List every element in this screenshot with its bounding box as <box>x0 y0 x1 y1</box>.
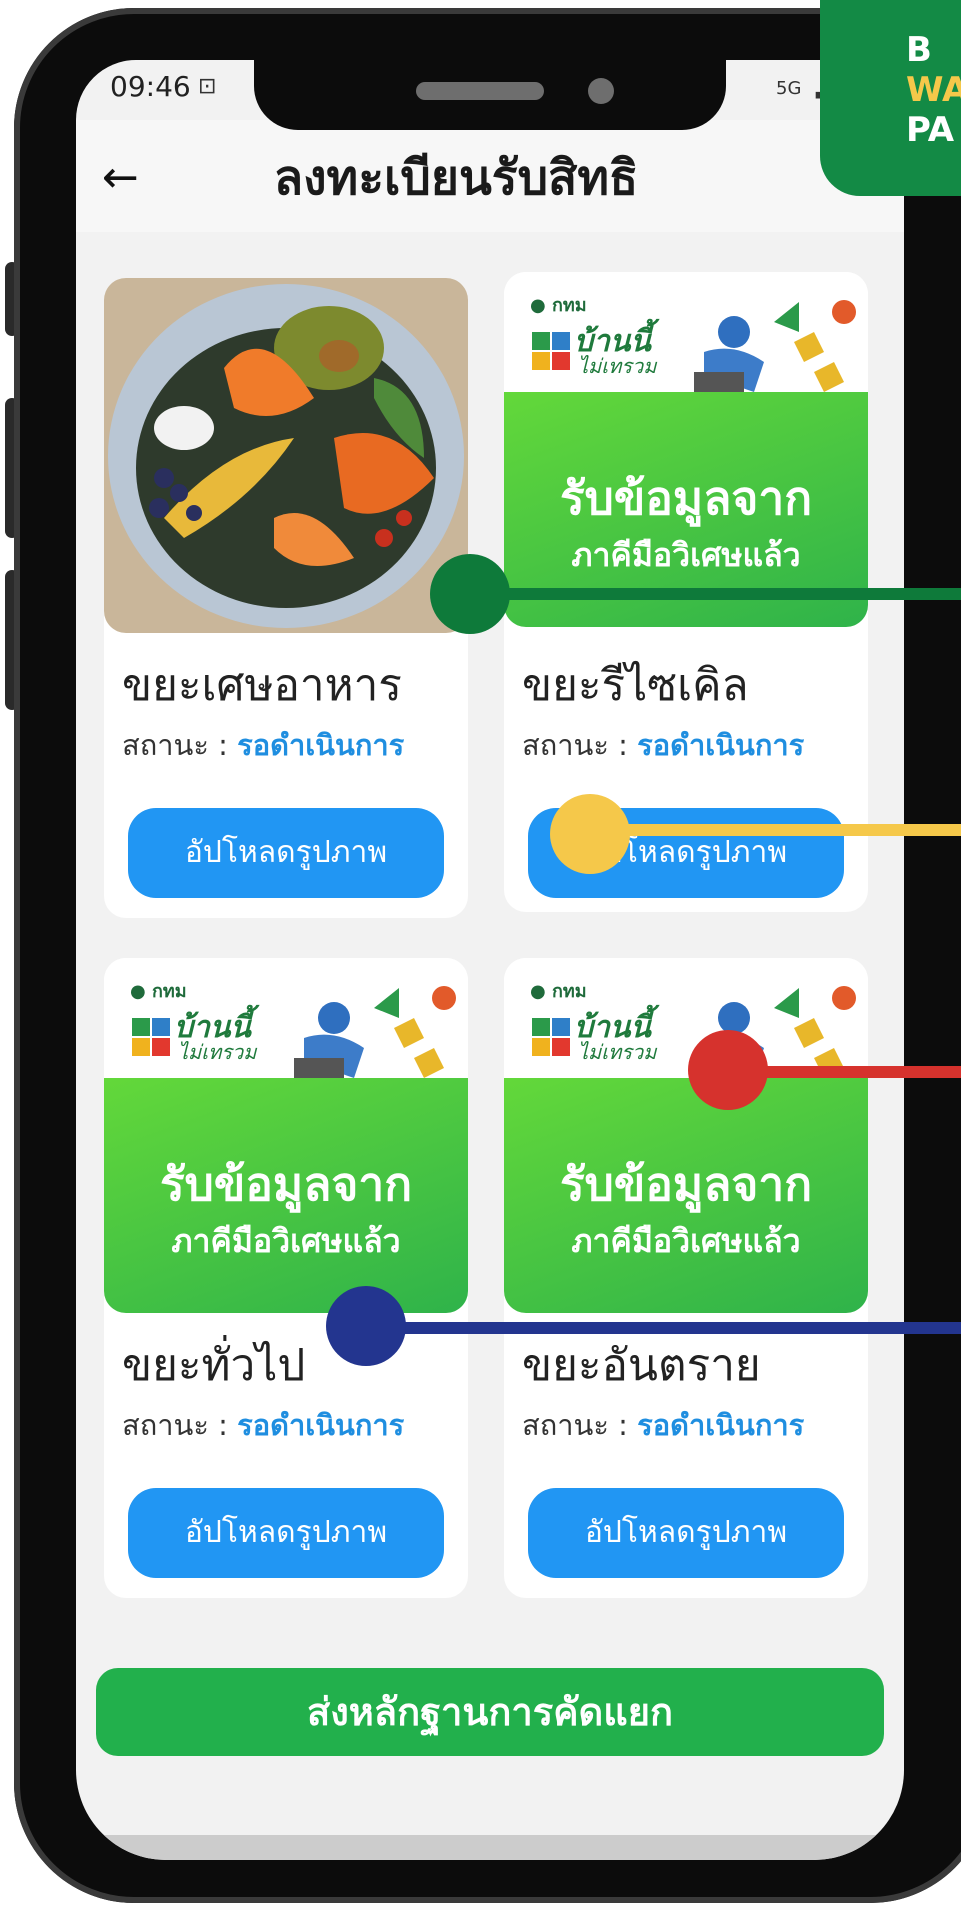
phone-notch <box>254 60 726 130</box>
waste-card-general: ● กทม บ้านนี้ ไม่เทรวม รับข้อมูลจาก ภาคี… <box>104 958 468 1598</box>
marker-yellow <box>550 794 630 874</box>
badge-text: B WA PA <box>906 30 961 150</box>
banner: ● กทม บ้านนี้ ไม่เทรวม รับข้อมูลจาก ภาคี… <box>104 958 468 1313</box>
waste-card-hazardous: ● กทม บ้านนี้ ไม่เทรวม รับข้อมูลจาก ภาคี… <box>504 958 868 1598</box>
brand-subtitle: ไม่เทรวม <box>578 1040 657 1064</box>
marker-blue <box>326 1286 406 1366</box>
status-label: สถานะ : <box>522 1408 638 1442</box>
status-value: รอดำเนินการ <box>637 728 805 762</box>
card-name: ขยะรีไซเคิล <box>522 660 749 711</box>
marker-red <box>688 1030 768 1110</box>
back-button[interactable]: ← <box>102 148 162 208</box>
page-title: ลงทะเบียนรับสิทธิ <box>273 150 639 206</box>
arrow-left-icon: ← <box>102 152 139 203</box>
corner-logo-badge: B WA PA <box>820 0 961 196</box>
marker-line-green <box>470 588 961 600</box>
marker-line-yellow <box>590 824 961 836</box>
signal-icon: 5G <box>776 78 802 99</box>
submit-evidence-button[interactable]: ส่งหลักฐานการคัดแยก <box>96 1668 884 1756</box>
status-label: สถานะ : <box>522 728 638 762</box>
bma-logo: ● กทม <box>130 981 187 1002</box>
screenshot-icon: ⊡ <box>198 74 217 99</box>
tiles-icon <box>132 1018 172 1058</box>
banner-line1: รับข้อมูลจาก <box>559 1157 813 1211</box>
card-status: สถานะ : รอดำเนินการ <box>522 1402 804 1448</box>
card-name: ขยะอันตราย <box>522 1340 761 1391</box>
card-name: ขยะทั่วไป <box>122 1340 306 1391</box>
marker-green <box>430 554 510 634</box>
card-status: สถานะ : รอดำเนินการ <box>122 1402 404 1448</box>
status-value: รอดำเนินการ <box>237 728 405 762</box>
banner-image: ● กทม บ้านนี้ ไม่เทรวม รับข้อมูลจาก ภาคี… <box>504 958 868 1313</box>
tiles-icon <box>532 332 572 372</box>
upload-image-button[interactable]: อัปโหลดรูปภาพ <box>528 1488 844 1578</box>
status-time: 09:46 <box>110 70 191 103</box>
brand-subtitle: ไม่เทรวม <box>178 1040 257 1064</box>
status-value: รอดำเนินการ <box>237 1408 405 1442</box>
banner-line2: ภาคีมือวิเศษแล้ว <box>171 1222 401 1260</box>
banner-line2: ภาคีมือวิเศษแล้ว <box>571 1222 801 1260</box>
front-camera <box>588 78 614 104</box>
speaker-grille <box>416 82 544 100</box>
status-label: สถานะ : <box>122 1408 238 1442</box>
app-header: ← ลงทะเบียนรับสิทธิ <box>76 120 904 232</box>
banner: ● กทม บ้านนี้ ไม่เทรวม รับข้อมูลจาก ภาคี… <box>504 272 868 627</box>
banner-line2: ภาคีมือวิเศษแล้ว <box>571 536 801 574</box>
app-screen: 09:46 ⊡ 5G ▂▄▆ ← ลงทะเบียนรับสิทธิ <box>76 60 904 1860</box>
status-label: สถานะ : <box>122 728 238 762</box>
banner-image: ● กทม บ้านนี้ ไม่เทรวม รับข้อมูลจาก ภาคี… <box>504 272 868 627</box>
upload-image-button[interactable]: อัปโหลดรูปภาพ <box>128 1488 444 1578</box>
banner-line1: รับข้อมูลจาก <box>159 1157 413 1211</box>
banner-line1: รับข้อมูลจาก <box>559 471 813 525</box>
food-waste-photo <box>104 278 468 633</box>
card-name: ขยะเศษอาหาร <box>122 660 402 711</box>
banner: ● กทม บ้านนี้ ไม่เทรวม รับข้อมูลจาก ภาคี… <box>504 958 868 1313</box>
tiles-icon <box>532 1018 572 1058</box>
upload-image-button[interactable]: อัปโหลดรูปภาพ <box>128 808 444 898</box>
card-status: สถานะ : รอดำเนินการ <box>522 722 804 768</box>
bma-logo: ● กทม <box>530 295 587 316</box>
card-status: สถานะ : รอดำเนินการ <box>122 722 404 768</box>
marker-line-blue <box>370 1322 961 1334</box>
waste-card-food: ขยะเศษอาหาร สถานะ : รอดำเนินการ อัปโหลดร… <box>104 278 468 918</box>
banner-image: ● กทม บ้านนี้ ไม่เทรวม รับข้อมูลจาก ภาคี… <box>104 958 468 1313</box>
brand-subtitle: ไม่เทรวม <box>578 354 657 378</box>
status-value: รอดำเนินการ <box>637 1408 805 1442</box>
bottom-navigation-bar <box>76 1835 904 1860</box>
bma-logo: ● กทม <box>530 981 587 1002</box>
